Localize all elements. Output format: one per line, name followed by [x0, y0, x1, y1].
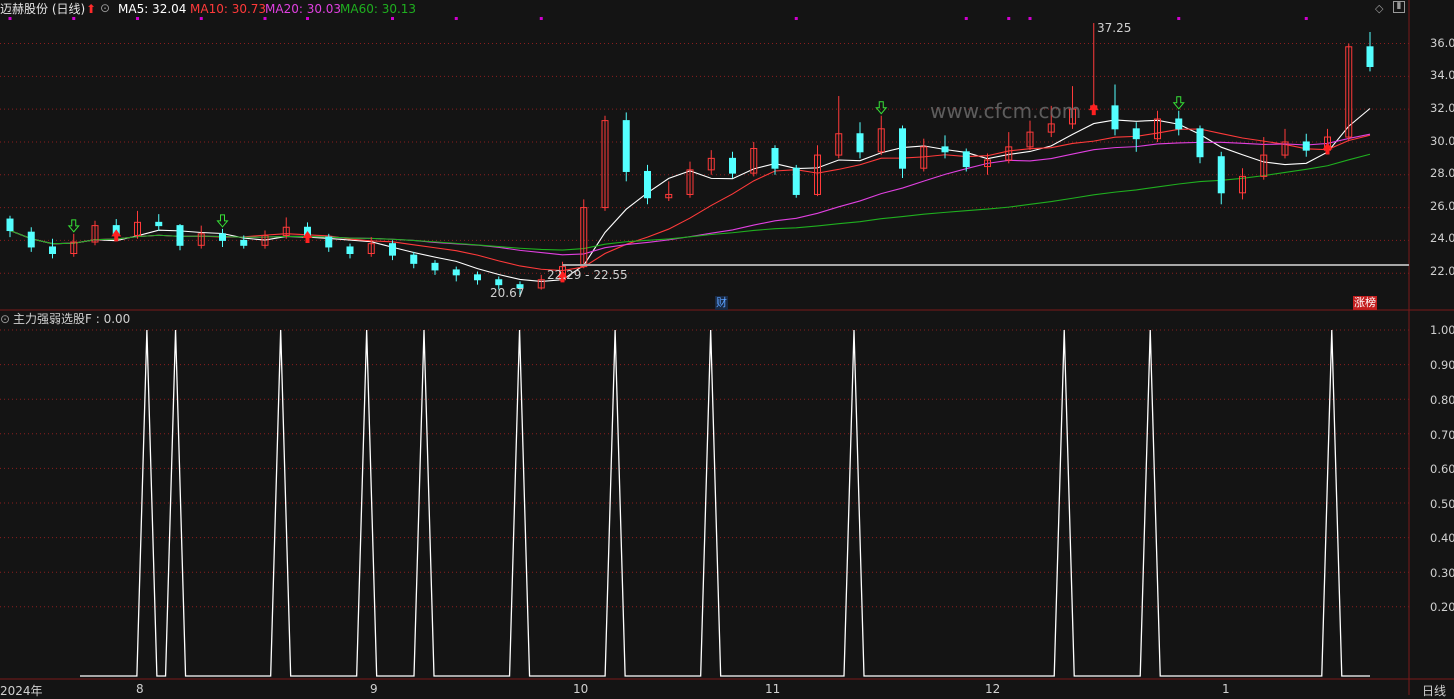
indicator-tick: 0.90: [1430, 358, 1454, 372]
range-label: 22.29 - 22.55: [547, 268, 628, 282]
price-tick: 36.00: [1430, 36, 1454, 50]
date-tick: 2024年: [0, 684, 43, 698]
signal-dot: [794, 17, 798, 20]
high-price-label: 37.25: [1097, 21, 1132, 35]
date-tick: 1: [1222, 682, 1230, 696]
candle-down: [452, 269, 460, 276]
candle-down: [1217, 156, 1225, 194]
candle-down: [622, 120, 630, 172]
indicator-tick: 0.40: [1430, 531, 1454, 545]
indicator-tick: 0.80: [1430, 393, 1454, 407]
price-tick: 28.00: [1430, 166, 1454, 180]
candle-down: [792, 167, 800, 195]
price-tick: 22.00: [1430, 264, 1454, 278]
ma10-line: [9, 128, 1371, 272]
indicator-tick: 0.30: [1430, 566, 1454, 580]
indicator-tick: 0.60: [1430, 462, 1454, 476]
ma10-legend: MA10: 30.73: [190, 2, 267, 16]
candle-down: [155, 221, 163, 227]
date-tick: 11: [765, 682, 781, 696]
diamond-icon[interactable]: ◇: [1375, 2, 1383, 15]
candle-down: [856, 133, 864, 153]
candle-down: [1175, 118, 1183, 130]
candle-down: [729, 157, 736, 174]
candle-down: [219, 233, 226, 241]
signal-dot: [539, 17, 543, 20]
price-tick: 30.00: [1430, 134, 1454, 148]
signal-dot: [306, 17, 309, 20]
candle-down: [495, 279, 503, 286]
signal-dot: [263, 17, 267, 20]
indicator-tick: 0.50: [1430, 497, 1454, 511]
low-price-label: 20.67: [490, 286, 525, 300]
finance-badge[interactable]: 财: [715, 296, 728, 310]
candle-down: [474, 274, 481, 281]
candle-down: [325, 236, 333, 248]
candle-down: [410, 254, 418, 264]
up-arrow-icon: ⬆: [86, 2, 97, 16]
date-tick: 8: [136, 682, 144, 696]
signal-dot: [454, 17, 458, 20]
indicator-tick: 0.20: [1430, 600, 1454, 614]
signal-dot: [136, 17, 139, 20]
signal-dot: [1007, 17, 1011, 20]
date-tick: 12: [985, 682, 1001, 696]
sell-arrow-icon: [1172, 96, 1185, 110]
price-tick: 32.00: [1430, 101, 1454, 115]
limit-up-badge[interactable]: 涨榜: [1353, 296, 1377, 310]
window-toggle-icon[interactable]: ▮: [1393, 1, 1405, 13]
ma60-legend: MA60: 30.13: [340, 2, 417, 16]
candle-down: [6, 218, 14, 232]
buy-arrow-icon: [1088, 103, 1099, 116]
candle-down: [771, 148, 779, 169]
price-tick: 34.00: [1430, 68, 1454, 82]
signal-dot: [8, 17, 12, 20]
ma20-legend: MA20: 30.03: [265, 2, 342, 16]
indicator-tick: 1.00: [1430, 323, 1454, 337]
signal-dot: [1304, 17, 1308, 20]
date-tick: 10: [573, 682, 589, 696]
signal-dot: [1177, 17, 1181, 20]
candle-down: [431, 262, 439, 271]
candle-down: [176, 225, 184, 246]
sell-arrow-icon: [67, 219, 80, 233]
stock-chart: [0, 0, 1454, 695]
date-tick: 9: [370, 682, 378, 696]
candle-down: [899, 128, 906, 169]
indicator-title: 主力强弱选股F : 0.00: [13, 312, 131, 326]
signal-dots: [8, 17, 1308, 20]
price-tick: 26.00: [1430, 199, 1454, 213]
candle-down: [240, 239, 248, 246]
watermark: www.cfcm.com: [930, 99, 1082, 123]
signal-dot: [964, 17, 968, 20]
buy-sell-markers: [67, 96, 1333, 283]
candle-down: [1366, 46, 1374, 67]
candle-down: [27, 231, 35, 248]
signal-dot: [199, 17, 203, 20]
candle-down: [346, 246, 354, 255]
ma5-legend: MA5: 32.04: [118, 2, 187, 16]
candle-down: [1132, 128, 1140, 140]
sell-arrow-icon: [875, 101, 888, 115]
stock-title: 迈赫股份 (日线): [0, 2, 86, 16]
indicator-tick: 0.70: [1430, 428, 1454, 442]
candle-down: [389, 243, 396, 256]
candle-down: [1302, 141, 1310, 151]
candle-down: [49, 246, 56, 255]
candlesticks: [6, 23, 1374, 296]
settings-dropdown-icon[interactable]: ⊙: [100, 1, 110, 15]
candle-down: [962, 151, 970, 168]
sell-arrow-icon: [216, 214, 229, 228]
candle-down: [644, 170, 651, 199]
candle-down: [1196, 128, 1204, 158]
price-tick: 24.00: [1430, 231, 1454, 245]
signal-dot: [391, 17, 394, 20]
candle-down: [941, 146, 949, 153]
signal-dot: [1028, 17, 1032, 20]
period-label[interactable]: 日线: [1422, 682, 1446, 699]
candle-down: [1111, 105, 1119, 130]
signal-dot: [72, 17, 76, 20]
indicator-settings-icon[interactable]: ⊙: [0, 312, 10, 326]
price-grid: [0, 43, 1409, 274]
